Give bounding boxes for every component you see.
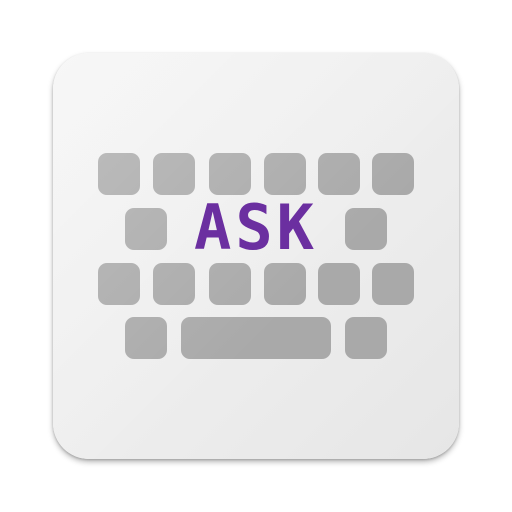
keyboard-key-icon bbox=[318, 153, 360, 195]
keyboard-key-icon bbox=[372, 153, 414, 195]
keyboard-key-icon bbox=[153, 153, 195, 195]
keyboard-key-icon bbox=[345, 317, 387, 359]
keyboard-key-icon bbox=[125, 317, 167, 359]
keyboard-key-icon bbox=[264, 263, 306, 305]
app-icon-canvas: ASK bbox=[0, 0, 512, 512]
keyboard-key-icon bbox=[372, 263, 414, 305]
keyboard-key-icon bbox=[318, 263, 360, 305]
keyboard-key-icon bbox=[98, 263, 140, 305]
keyboard-key-icon bbox=[345, 208, 387, 250]
keyboard-key-icon bbox=[264, 153, 306, 195]
keyboard-key-icon bbox=[209, 263, 251, 305]
keyboard-key-icon bbox=[153, 263, 195, 305]
keyboard-key-icon bbox=[125, 208, 167, 250]
keyboard-key-icon bbox=[209, 153, 251, 195]
ask-logo-text: ASK bbox=[194, 191, 318, 264]
spacebar-icon bbox=[181, 317, 331, 359]
keyboard-key-icon bbox=[98, 153, 140, 195]
